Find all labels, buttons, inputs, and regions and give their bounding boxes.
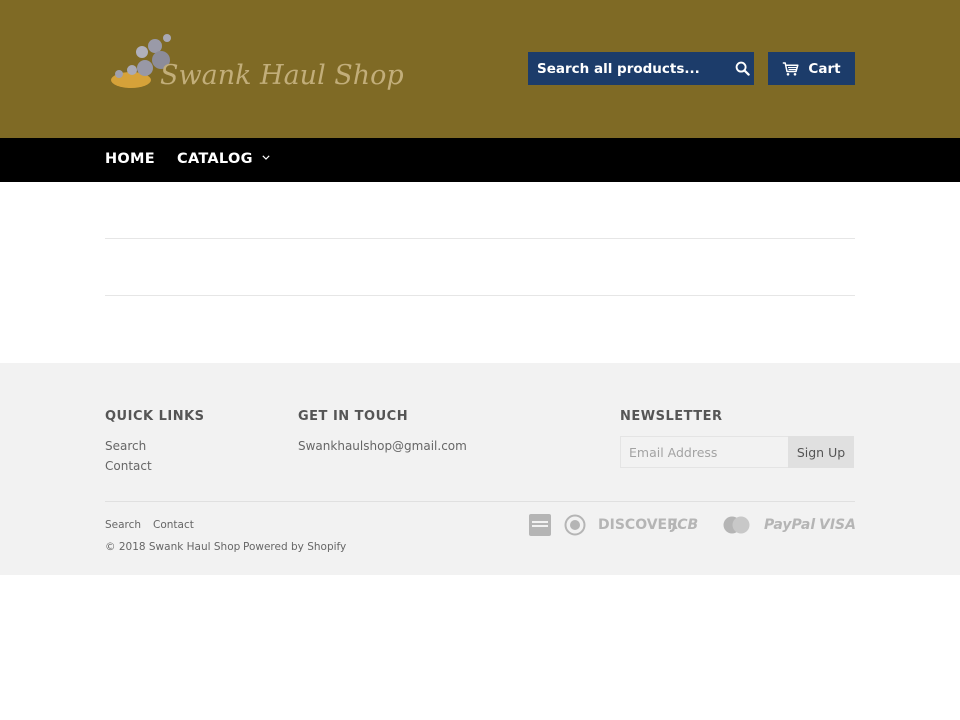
nav-item-label: CATALOG [177,151,253,167]
diners-club-icon [564,514,586,536]
search-input[interactable] [528,52,730,85]
american-express-icon [529,514,551,536]
powered-by-link[interactable]: Powered by Shopify [243,541,346,553]
master-icon [723,514,750,536]
footer-link-contact[interactable]: Contact [105,459,152,473]
newsletter-signup-button[interactable]: Sign Up [788,436,854,468]
cart-icon [783,61,799,76]
content-divider-bottom [105,295,855,296]
visa-icon: VISA [819,517,856,533]
search-icon [735,61,750,76]
site-header: Swank Haul Shop Cart [0,0,960,138]
footer-bottom-link-contact[interactable]: Contact [153,519,194,531]
logo-text: Swank Haul Shop [160,60,404,91]
chevron-down-icon [262,154,270,160]
contact-email: Swankhaulshop@gmail.com [298,439,467,453]
content-divider-top [105,238,855,239]
newsletter-heading: NEWSLETTER [620,409,723,424]
site-footer: QUICK LINKS Search Contact GET IN TOUCH … [0,363,960,575]
footer-link-search[interactable]: Search [105,439,146,453]
nav-item-catalog[interactable]: CATALOG [177,138,270,182]
get-in-touch-heading: GET IN TOUCH [298,409,409,424]
cart-label: Cart [808,60,841,77]
search-button[interactable] [730,52,754,85]
paypal-icon: PayPal [764,517,816,533]
footer-divider [105,501,855,502]
copyright-text: © 2018 Swank Haul Shop [105,541,241,553]
nav-item-label: HOME [105,151,155,167]
cart-button[interactable]: Cart [768,52,855,85]
quick-links-heading: QUICK LINKS [105,409,205,424]
nav-item-home[interactable]: HOME [105,138,155,182]
jcb-icon: JCB [672,517,699,533]
footer-bottom-link-search[interactable]: Search [105,519,141,531]
newsletter-email-input[interactable] [620,436,789,468]
discover-icon: DISCOVER [598,517,678,533]
search-form [528,52,754,85]
main-nav: HOME CATALOG [0,138,960,182]
